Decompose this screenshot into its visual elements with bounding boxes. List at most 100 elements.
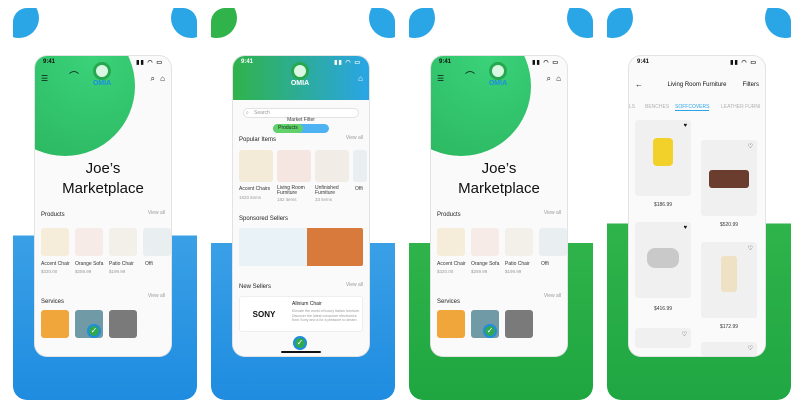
products-heading: Products bbox=[41, 212, 65, 218]
new-sellers-view-all[interactable]: View all bbox=[346, 282, 363, 288]
product-card[interactable]: ♡ bbox=[701, 242, 757, 318]
menu-icon[interactable]: ☰ bbox=[41, 74, 48, 83]
subcategory-tabs: LS BENCHES SOFFCOVERS LEATHER FURNI bbox=[629, 102, 765, 112]
product-thumb[interactable] bbox=[471, 228, 499, 256]
filters-button[interactable]: Filters bbox=[743, 82, 759, 88]
category-thumb[interactable] bbox=[353, 150, 367, 182]
product-price: $199.99 bbox=[109, 269, 126, 274]
category-count: 1520 items bbox=[239, 195, 262, 200]
page-title: Joe’s bbox=[481, 160, 517, 177]
lamp-icon: ⌒ bbox=[69, 72, 79, 83]
green-blob bbox=[35, 56, 135, 156]
product-card[interactable]: ♡ bbox=[635, 328, 691, 348]
corner-decoration bbox=[765, 8, 791, 38]
home-indicator bbox=[281, 351, 321, 353]
app-store-screenshots: 9:41 ▮▮ ◠ ▭ ☰ ⌒ OMIA ⌕ ⌂ Joe’s Marketplac… bbox=[0, 0, 800, 411]
product-card[interactable]: ♥ bbox=[635, 222, 691, 298]
screenshot-card-4: 9:41 ▮▮ ◠ ▭ ← Living Room Furniture Filte… bbox=[607, 8, 791, 400]
cream-chair-image bbox=[721, 256, 737, 292]
tab-item-active[interactable]: SOFFCOVERS bbox=[675, 104, 710, 111]
cart-icon[interactable]: ⌂ bbox=[358, 74, 363, 83]
heart-icon[interactable]: ♥ bbox=[683, 123, 687, 129]
heart-icon[interactable]: ♥ bbox=[683, 225, 687, 231]
category-thumb[interactable] bbox=[315, 150, 349, 182]
category-name: Accent Chairs bbox=[239, 186, 271, 192]
page-title: Joe’s bbox=[85, 160, 121, 177]
corner-decoration bbox=[567, 8, 593, 38]
green-blob bbox=[431, 56, 531, 156]
corner-decoration bbox=[607, 8, 633, 38]
toggle-products[interactable]: Products bbox=[273, 124, 303, 133]
seller-description: Elevate the world of luxury Italian furn… bbox=[292, 309, 360, 322]
sponsored-banner[interactable] bbox=[239, 228, 363, 266]
product-thumb[interactable] bbox=[75, 228, 103, 256]
cart-icon[interactable]: ⌂ bbox=[556, 74, 561, 83]
cart-icon[interactable]: ⌂ bbox=[160, 74, 165, 83]
product-name: Patio Chair bbox=[505, 261, 530, 267]
lamp-icon: ⌒ bbox=[465, 72, 475, 83]
category-thumb[interactable] bbox=[239, 150, 273, 182]
services-view-all[interactable]: View all bbox=[148, 293, 165, 299]
service-card[interactable] bbox=[437, 310, 465, 338]
product-card[interactable]: ♥ bbox=[635, 120, 691, 196]
check-badge-icon: ✓ bbox=[293, 336, 307, 350]
phone-screen-category: 9:41 ▮▮ ◠ ▭ ← Living Room Furniture Filte… bbox=[629, 56, 765, 356]
product-price: $172.99 bbox=[719, 324, 739, 330]
product-thumb[interactable] bbox=[109, 228, 137, 256]
product-name: Accent Chair bbox=[41, 261, 70, 267]
product-name: Offi bbox=[541, 261, 549, 267]
popular-view-all[interactable]: View all bbox=[346, 135, 363, 141]
grey-armchair-image bbox=[647, 248, 679, 268]
menu-icon[interactable]: ☰ bbox=[437, 74, 444, 83]
popular-heading: Popular Items bbox=[239, 137, 277, 143]
check-badge-icon: ✓ bbox=[87, 324, 101, 338]
product-card[interactable]: ♡ bbox=[701, 140, 757, 216]
service-card[interactable] bbox=[41, 310, 69, 338]
service-card[interactable] bbox=[109, 310, 137, 338]
phone-screen-market: 9:41 ▮▮ ◠ ▭ OMIA ⌂ ⌕ Search Market Filter … bbox=[233, 56, 369, 356]
service-card[interactable] bbox=[505, 310, 533, 338]
seller-logo: SONY bbox=[252, 310, 276, 319]
view-all-link[interactable]: View all bbox=[544, 210, 561, 216]
page-title-line2: Marketplace bbox=[62, 180, 144, 197]
yellow-chair-image bbox=[653, 138, 673, 166]
tab-item[interactable]: LS bbox=[629, 104, 635, 110]
heart-icon[interactable]: ♡ bbox=[748, 245, 753, 252]
tab-item[interactable]: LEATHER FURNI bbox=[721, 104, 760, 110]
product-thumb[interactable] bbox=[143, 228, 171, 256]
category-count: 182 items bbox=[277, 197, 297, 202]
product-price: $259.99 bbox=[75, 269, 92, 274]
heart-icon[interactable]: ♡ bbox=[748, 345, 753, 352]
new-seller-card[interactable]: SONY Allnium Chair Elevate the world of … bbox=[239, 296, 363, 332]
corner-decoration bbox=[211, 8, 237, 38]
search-icon[interactable]: ⌕ bbox=[151, 74, 155, 84]
heart-icon[interactable]: ♡ bbox=[682, 331, 687, 338]
phone-screen-home-green: 9:41 ▮▮ ◠ ▭ ☰ ⌒ OMIA ⌕ ⌂ Joe’s Marketplac… bbox=[431, 56, 567, 356]
product-thumb[interactable] bbox=[437, 228, 465, 256]
page-title-line2: Marketplace bbox=[458, 180, 540, 197]
product-name: Orange Sofa bbox=[75, 261, 104, 267]
product-price: $186.99 bbox=[653, 202, 673, 208]
market-filter-toggle[interactable]: Products bbox=[273, 124, 329, 133]
view-all-link[interactable]: View all bbox=[148, 210, 165, 216]
omia-logo: OMIA bbox=[87, 62, 117, 92]
corner-decoration bbox=[409, 8, 435, 38]
product-price: $320.00 bbox=[41, 269, 58, 274]
product-thumb[interactable] bbox=[41, 228, 69, 256]
product-name: Patio Chair bbox=[109, 261, 134, 267]
category-thumb[interactable] bbox=[277, 150, 311, 182]
services-heading: Services bbox=[41, 299, 65, 305]
search-icon[interactable]: ⌕ bbox=[547, 74, 551, 84]
product-thumb[interactable] bbox=[505, 228, 533, 256]
omia-logo: OMIA bbox=[285, 62, 315, 92]
product-thumb[interactable] bbox=[539, 228, 567, 256]
category-count: 33 items bbox=[315, 197, 333, 202]
tab-item[interactable]: BENCHES bbox=[645, 104, 669, 110]
product-card[interactable]: ♡ bbox=[701, 342, 757, 356]
status-bar: 9:41 ▮▮ ◠ ▭ bbox=[637, 59, 757, 66]
services-view-all[interactable]: View all bbox=[544, 293, 561, 299]
heart-icon[interactable]: ♡ bbox=[748, 143, 753, 150]
screenshot-card-2: 9:41 ▮▮ ◠ ▭ OMIA ⌂ ⌕ Search Market Filter … bbox=[211, 8, 395, 400]
category-name: Unfinished Furniture bbox=[315, 185, 339, 196]
product-name: Accent Chair bbox=[437, 261, 466, 267]
